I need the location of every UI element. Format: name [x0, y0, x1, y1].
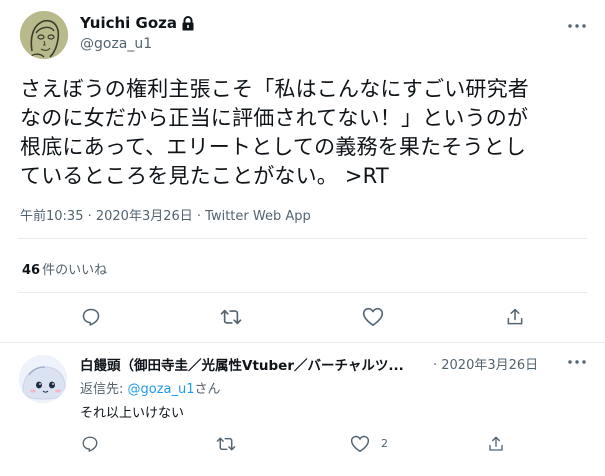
- reply-icon[interactable]: [80, 434, 100, 454]
- likes-summary[interactable]: 46 件のいいね: [22, 259, 107, 278]
- tweet-text-line: 根底にあって、エリートとしての義務を果たそうとし: [20, 135, 527, 159]
- likes-label[interactable]: 件のいいね: [42, 263, 107, 278]
- author-handle[interactable]: @goza_u1: [80, 36, 152, 52]
- avatar[interactable]: [19, 355, 67, 403]
- tweet-text-line: なのに女だから正当に評価されてない！」というのが: [20, 106, 529, 130]
- avatar[interactable]: [20, 11, 68, 59]
- reply-tweet[interactable]: 白饅頭（御田寺圭／光属性Vtuber／バーチャルツ... · 2020年3月26…: [0, 344, 605, 476]
- reply-to-handle[interactable]: @goza_u1: [128, 382, 195, 397]
- lock-icon: [181, 15, 195, 31]
- share-icon[interactable]: [504, 306, 526, 328]
- more-icon[interactable]: [566, 16, 588, 36]
- share-icon[interactable]: [486, 434, 506, 454]
- reply-to-line: 返信先: @goza_u1さん: [80, 378, 221, 397]
- tweet-text-line: さえぼうの権利主張こそ「私はこんなにすごい研究者: [20, 77, 530, 101]
- divider: [18, 292, 587, 293]
- like-icon[interactable]: [362, 306, 384, 328]
- author-name[interactable]: Yuichi Goza: [80, 14, 195, 32]
- tweet-timestamp[interactable]: 午前10:35 · 2020年3月26日 · Twitter Web App: [20, 205, 311, 224]
- reply-to-suffix: さん: [194, 382, 221, 397]
- likes-count[interactable]: 46: [22, 263, 40, 278]
- reply-icon[interactable]: [80, 306, 102, 328]
- tweet-text: さえぼうの権利主張こそ「私はこんなにすごい研究者 なのに女だから正当に評価されて…: [20, 75, 590, 191]
- reply-to-prefix: 返信先:: [80, 382, 128, 397]
- reply-text: それ以上いけない: [80, 406, 185, 421]
- reply-date[interactable]: · 2020年3月26日: [433, 354, 538, 373]
- retweet-icon[interactable]: [220, 306, 242, 328]
- tweet-actions: [0, 306, 605, 328]
- more-icon[interactable]: [566, 352, 588, 372]
- like-icon[interactable]: [350, 434, 370, 454]
- author-name-text[interactable]: Yuichi Goza: [80, 14, 177, 32]
- main-tweet: Yuichi Goza @goza_u1 さえぼうの権利主張こそ「私はこんなにす…: [0, 0, 605, 343]
- tweet-text-line: ているところを見たことがない。 >RT: [20, 164, 389, 188]
- reply-author-name[interactable]: 白饅頭（御田寺圭／光属性Vtuber／バーチャルツ...: [80, 354, 430, 374]
- divider: [0, 342, 605, 343]
- divider: [18, 238, 587, 239]
- retweet-icon[interactable]: [216, 434, 236, 454]
- reply-actions: 2: [0, 434, 605, 454]
- like-count[interactable]: 2: [381, 437, 388, 450]
